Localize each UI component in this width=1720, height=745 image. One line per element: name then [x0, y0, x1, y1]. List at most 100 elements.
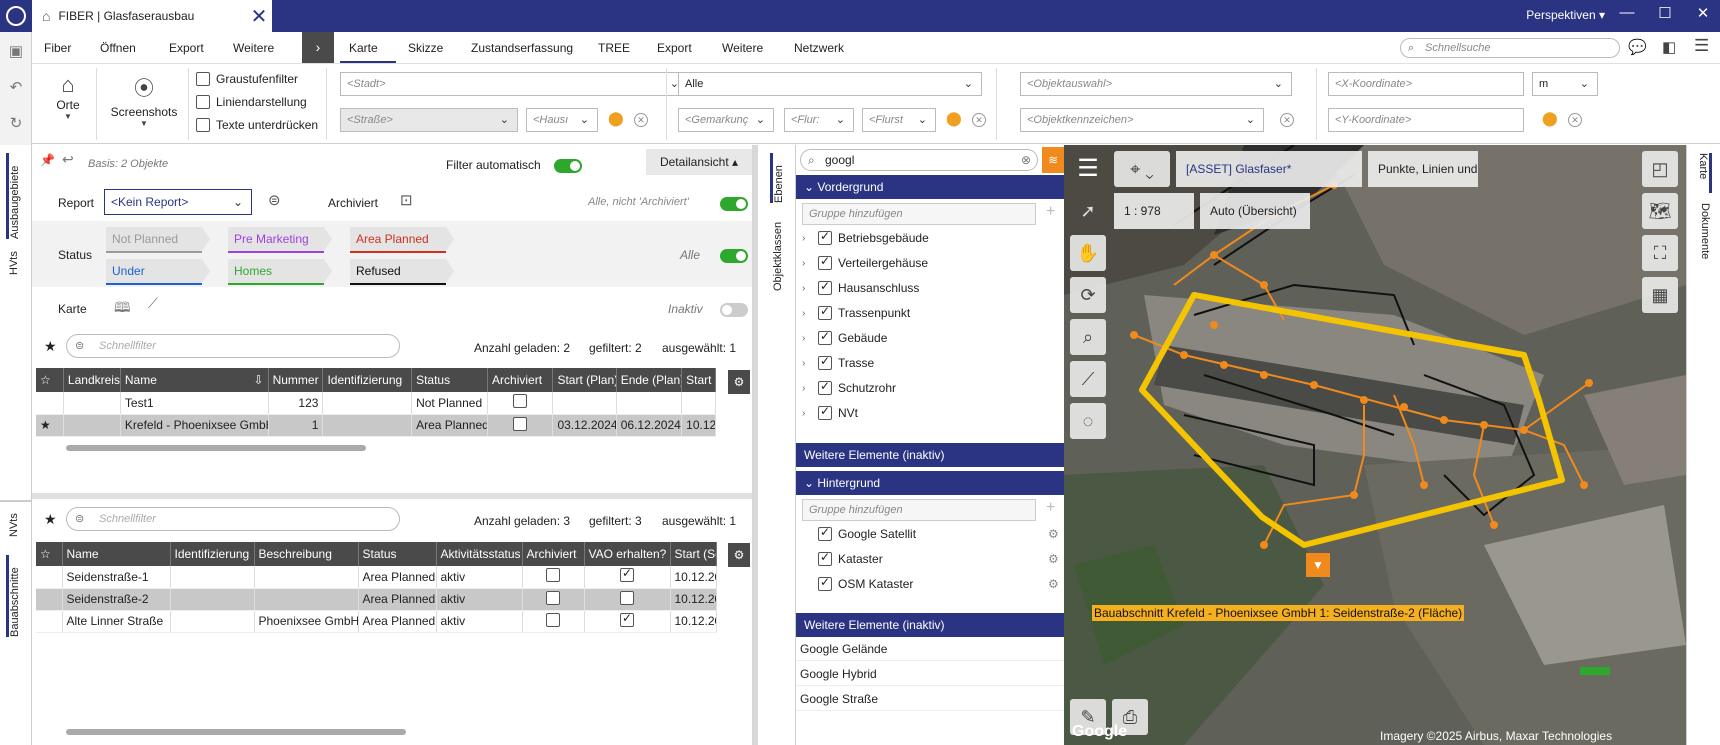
add-group-plus-icon[interactable]: + [1046, 499, 1055, 517]
table-row[interactable]: ★ Krefeld - Phoenixsee GmbH 1 Area Planned 0… [36, 414, 716, 437]
map-view[interactable]: ☰ ⌖ ⌄ [ASSET] Glasfaser* Punkte, Linien … [1064, 145, 1686, 745]
map-book-icon[interactable]: 🗺 [1642, 193, 1678, 229]
selected-feature-marker[interactable]: ▼ [1306, 553, 1330, 577]
add-group-plus-icon[interactable]: + [1046, 203, 1055, 221]
layer-trassenpunkt[interactable]: ›Trassenpunkt [802, 304, 910, 320]
add-group-input[interactable]: Gruppe hinzufügen [802, 203, 1036, 225]
col-identifizierung[interactable]: Identifizierung [322, 368, 413, 392]
map-mode-field[interactable]: Auto (Übersicht) [1200, 193, 1310, 229]
layer-google-satellit[interactable]: Google Satellit [818, 525, 916, 541]
col-archiviert[interactable]: Archiviert [522, 542, 585, 566]
strasse-select[interactable]: <Straße> ⌄ [340, 108, 518, 132]
quickfilter-input-lower[interactable]: ⊜ Schnellfilter [66, 507, 400, 531]
status-area-planned[interactable]: Area Planned [350, 227, 454, 251]
row-archive-checkbox[interactable] [513, 394, 528, 409]
table-settings-icon[interactable]: ⚙ [728, 370, 750, 394]
filter-auto-toggle[interactable] [554, 159, 582, 173]
geometry-filter-field[interactable]: Punkte, Linien und Te [1368, 151, 1478, 187]
layers-icon[interactable]: ≋ [1042, 147, 1064, 173]
col-fav[interactable]: ☆ [36, 542, 63, 566]
layer-google-strasse[interactable]: Google Straße [796, 687, 1064, 711]
row-archive-checkbox[interactable] [546, 568, 560, 583]
stadt-select[interactable]: <Stadt> ⌄ [340, 72, 688, 96]
gemarkung-select[interactable]: <Gemarkunç ⌄ [678, 108, 774, 132]
undo-icon[interactable]: ↶ [6, 78, 26, 98]
detail-view-button[interactable]: Detailansicht ▴ [646, 149, 752, 175]
clear-search-icon[interactable]: ⊗ [1021, 150, 1031, 170]
perspectives-menu[interactable]: Perspektiven ▾ [1526, 8, 1605, 22]
weitere-elemente-fg[interactable]: Weitere Elemente (inaktiv) [796, 443, 1064, 467]
filter-icon[interactable]: ⊜ [268, 191, 281, 209]
col-ende-plan[interactable]: Ende (Plan) [616, 368, 683, 392]
col-beschreibung[interactable]: Beschreibung [254, 542, 359, 566]
row-vao-checkbox[interactable] [620, 611, 634, 627]
col-start-plan[interactable]: Start (Plan) [552, 368, 617, 392]
group-vordergrund[interactable]: ⌄ Vordergrund [796, 175, 1064, 199]
tab-skizze[interactable]: Skizze [408, 41, 443, 55]
chat-icon[interactable]: 💬 [1628, 38, 1647, 56]
layer-hausanschluss[interactable]: ›Hausanschluss [802, 279, 919, 295]
table-settings-icon[interactable]: ⚙ [728, 543, 750, 567]
layer-gebaeude[interactable]: ›Gebäude [802, 329, 887, 345]
vertical-splitter[interactable] [752, 145, 758, 745]
close-tab-icon[interactable]: ✕ [246, 4, 272, 29]
alle-select[interactable]: Alle ⌄ [678, 72, 982, 96]
unit-select[interactable]: m ⌄ [1532, 72, 1598, 96]
overview-icon[interactable]: ◰ [1642, 151, 1678, 187]
tab-bauabschnitte[interactable]: Bauabschnitte [6, 555, 21, 637]
tab-export[interactable]: Export [657, 41, 692, 55]
y-coordinate-input[interactable]: <Y-Koordinate> [1328, 108, 1524, 132]
quick-search-input[interactable]: ⌕ Schnellsuche [1400, 38, 1620, 58]
col-status[interactable]: Status [411, 368, 489, 392]
menu-export[interactable]: Export [169, 41, 204, 55]
maximize-icon[interactable]: ☐ [1648, 4, 1682, 22]
tab-netzwerk[interactable]: Netzwerk [794, 41, 844, 55]
clear-object-icon[interactable]: ✕ [1280, 113, 1294, 127]
layer-search-input[interactable]: ⌕ googl ⊗ [800, 149, 1038, 171]
table-row[interactable]: Seidenstraße-2Area Plannedaktiv10.12.20 [36, 588, 717, 611]
horizontal-scrollbar-lower[interactable] [66, 729, 406, 735]
table-row[interactable]: Test1 123 Not Planned [36, 392, 716, 415]
layer-google-gelaende[interactable]: Google Gelände [796, 637, 1064, 661]
objektkennzeichen-select[interactable]: <Objektkennzeichen> ⌄ [1020, 108, 1264, 132]
col-aktivitaetsstatus[interactable]: Aktivitätsstatus [436, 542, 523, 566]
col-start-sc[interactable]: Start (Sc [670, 542, 717, 566]
orte-button[interactable]: ⌂ Orte ▼ [48, 72, 88, 121]
line-tool-icon[interactable]: ⟋ [148, 295, 158, 312]
address-pin-icon[interactable]: ⬤ [608, 110, 624, 127]
checkbox-liniendarstellung[interactable]: Liniendarstellung [196, 95, 307, 109]
col-vao[interactable]: VAO erhalten? [584, 542, 671, 566]
clear-parcel-icon[interactable]: ✕ [972, 113, 986, 127]
status-homes-connected[interactable]: Homes Connected [228, 259, 332, 283]
col-name[interactable]: Name [62, 542, 171, 566]
layer-trasse[interactable]: ›Trasse [802, 354, 874, 370]
tab-objektklassen[interactable]: Objektklassen [772, 211, 784, 291]
status-pre-marketing[interactable]: Pre Marketing [228, 227, 332, 251]
hausnummer-select[interactable]: <Hausı ⌄ [526, 108, 598, 132]
clear-address-icon[interactable]: ✕ [634, 113, 648, 127]
col-status[interactable]: Status [358, 542, 437, 566]
tab-ausbaugebiete[interactable]: Ausbaugebiete [6, 153, 21, 239]
favorite-star-icon[interactable]: ★ [44, 338, 57, 355]
col-fav[interactable]: ☆ [36, 368, 64, 392]
screenshots-button[interactable]: ⦿ Screenshots ▼ [104, 72, 184, 128]
archiviert-toggle[interactable] [720, 197, 748, 211]
menu-collapse-button[interactable]: › [302, 32, 334, 63]
add-group-input[interactable]: Gruppe hinzufügen [802, 499, 1036, 521]
col-archiviert[interactable]: Archiviert [487, 368, 554, 392]
karte-toggle[interactable] [720, 303, 748, 317]
tab-karte[interactable]: Karte [349, 41, 378, 55]
clear-coordinate-icon[interactable]: ✕ [1568, 113, 1582, 127]
app-logo-icon[interactable] [6, 6, 26, 26]
weitere-elemente-bg[interactable]: Weitere Elemente (inaktiv) [796, 613, 1064, 637]
report-select[interactable]: <Kein Report> ⌄ [104, 189, 252, 215]
col-landkreis[interactable]: Landkreis [63, 368, 121, 392]
refresh-icon[interactable]: ↻ [6, 114, 26, 134]
layer-betriebsgebaeude[interactable]: ›Betriebsgebäude [802, 229, 929, 245]
app-tab[interactable]: ⌂ FIBER | Glasfaserausbau ✕ [32, 0, 272, 32]
row-vao-checkbox[interactable] [620, 590, 634, 605]
map-location-button[interactable]: ⌖ ⌄ [1114, 151, 1170, 187]
layer-nvt[interactable]: ›NVt [802, 404, 858, 420]
x-coordinate-input[interactable]: <X-Koordinate> [1328, 72, 1524, 96]
layout-icon[interactable]: ◧ [1662, 38, 1676, 56]
